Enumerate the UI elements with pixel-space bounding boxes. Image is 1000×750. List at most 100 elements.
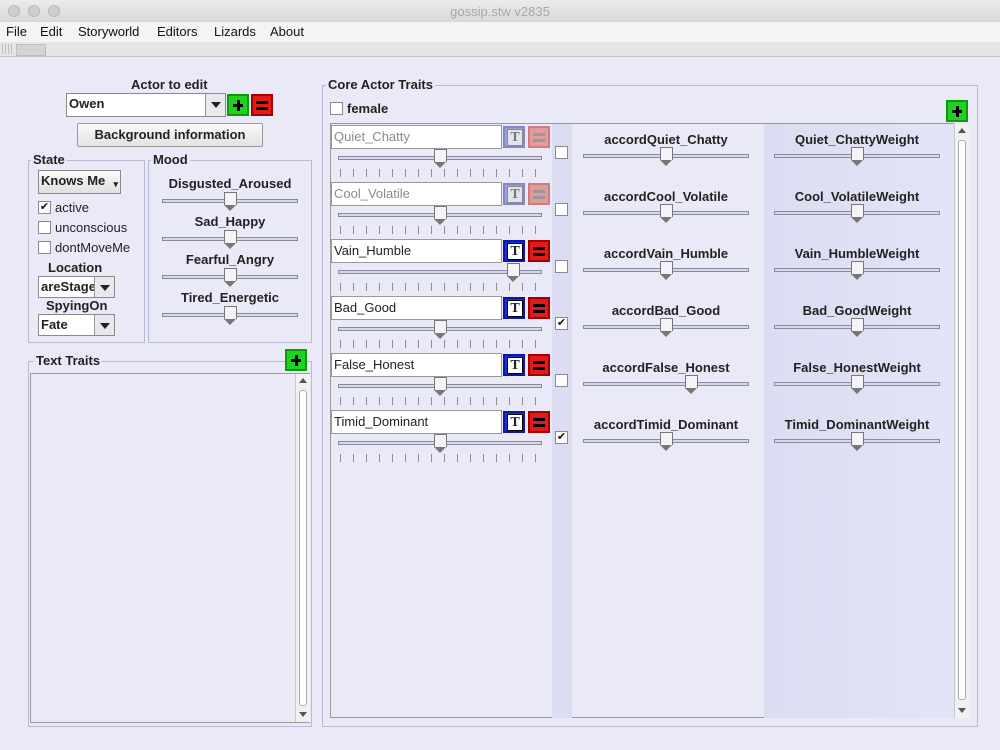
accord-slider[interactable] — [583, 432, 749, 451]
weight-slider[interactable] — [774, 261, 940, 280]
spyingon-select[interactable]: Fate — [38, 314, 115, 336]
trait-name-field[interactable]: Vain_Humble — [331, 239, 502, 263]
trait-delete-button[interactable] — [528, 411, 550, 433]
trait-slider[interactable] — [338, 206, 542, 225]
trait-delete-button[interactable] — [528, 297, 550, 319]
trait-delete-button[interactable] — [528, 126, 550, 148]
accord-slider[interactable] — [583, 318, 749, 337]
slider-thumb[interactable] — [224, 230, 237, 249]
slider-thumb[interactable] — [434, 434, 447, 453]
slider-thumb[interactable] — [660, 318, 673, 337]
accord-slider[interactable] — [583, 375, 749, 394]
trait-name-field[interactable]: False_Honest — [331, 353, 502, 377]
mood-slider[interactable] — [162, 268, 298, 287]
scroll-thumb[interactable] — [958, 140, 966, 700]
weight-slider[interactable] — [774, 375, 940, 394]
weight-slider[interactable] — [774, 147, 940, 166]
weight-slider[interactable] — [774, 432, 940, 451]
trait-text-button[interactable]: T — [503, 183, 525, 205]
trait-text-button[interactable]: T — [503, 354, 525, 376]
slider-thumb[interactable] — [224, 268, 237, 287]
slider-thumb[interactable] — [660, 147, 673, 166]
slider-thumb[interactable] — [851, 204, 864, 223]
mood-slider[interactable] — [162, 306, 298, 325]
trait-checkbox[interactable] — [555, 203, 568, 216]
trait-slider[interactable] — [338, 149, 542, 168]
weight-slider[interactable] — [774, 318, 940, 337]
slider-thumb[interactable] — [851, 147, 864, 166]
trait-slider[interactable] — [338, 434, 542, 453]
add-text-trait-button[interactable] — [285, 349, 307, 371]
trait-name-field[interactable]: Bad_Good — [331, 296, 502, 320]
trait-text-button[interactable]: T — [503, 411, 525, 433]
unconscious-checkbox[interactable] — [38, 221, 51, 234]
scroll-thumb[interactable] — [299, 390, 307, 706]
slider-thumb[interactable] — [660, 261, 673, 280]
trait-delete-button[interactable] — [528, 354, 550, 376]
trait-slider[interactable] — [338, 377, 542, 396]
trait-delete-button[interactable] — [528, 183, 550, 205]
slider-thumb[interactable] — [434, 377, 447, 396]
dontmoveme-checkbox[interactable] — [38, 241, 51, 254]
toolbar-grip[interactable] — [2, 44, 14, 54]
scroll-up-icon[interactable] — [955, 124, 969, 138]
menu-editors[interactable]: Editors — [157, 24, 197, 39]
slider-thumb[interactable] — [851, 375, 864, 394]
scroll-down-icon[interactable] — [296, 708, 310, 722]
trait-delete-button[interactable] — [528, 240, 550, 262]
scroll-up-icon[interactable] — [296, 374, 310, 388]
text-traits-scrollbar[interactable] — [295, 374, 310, 722]
slider-thumb[interactable] — [851, 261, 864, 280]
add-actor-button[interactable] — [227, 94, 249, 116]
trait-name-field[interactable]: Cool_Volatile — [331, 182, 502, 206]
delete-actor-button[interactable] — [251, 94, 273, 116]
mood-slider[interactable] — [162, 230, 298, 249]
mood-slider[interactable] — [162, 192, 298, 211]
active-checkbox[interactable]: ✔ — [38, 201, 51, 214]
trait-checkbox[interactable] — [555, 146, 568, 159]
slider-thumb[interactable] — [851, 432, 864, 451]
trait-checkbox[interactable] — [555, 260, 568, 273]
menu-storyworld[interactable]: Storyworld — [78, 24, 139, 39]
trait-name-field[interactable]: Timid_Dominant — [331, 410, 502, 434]
trait-checkbox[interactable] — [555, 374, 568, 387]
trait-checkbox[interactable]: ✔ — [555, 317, 568, 330]
trait-slider[interactable] — [338, 263, 542, 282]
accord-slider[interactable] — [583, 147, 749, 166]
accord-slider[interactable] — [583, 261, 749, 280]
background-information-button[interactable]: Background information — [77, 123, 263, 147]
text-traits-list[interactable] — [30, 373, 310, 723]
menu-edit[interactable]: Edit — [40, 24, 62, 39]
scroll-down-icon[interactable] — [955, 704, 969, 718]
actor-select[interactable]: Owen — [66, 93, 226, 117]
accord-label: accordFalse_Honest — [602, 360, 730, 375]
menu-about[interactable]: About — [270, 24, 304, 39]
menu-lizards[interactable]: Lizards — [214, 24, 256, 39]
trait-text-button[interactable]: T — [503, 240, 525, 262]
slider-thumb[interactable] — [684, 375, 698, 394]
unconscious-label: unconscious — [55, 220, 128, 235]
slider-thumb[interactable] — [434, 320, 447, 339]
slider-thumb[interactable] — [660, 204, 673, 223]
slider-thumb[interactable] — [434, 149, 447, 168]
trait-slider[interactable] — [338, 320, 542, 339]
slider-thumb[interactable] — [851, 318, 864, 337]
menu-file[interactable]: File — [6, 24, 27, 39]
slider-thumb[interactable] — [660, 432, 673, 451]
trait-checkbox[interactable]: ✔ — [555, 431, 568, 444]
slider-thumb[interactable] — [434, 206, 447, 225]
accord-slider[interactable] — [583, 204, 749, 223]
trait-text-button[interactable]: T — [503, 297, 525, 319]
weight-slider[interactable] — [774, 204, 940, 223]
mood-title: Mood — [151, 152, 190, 167]
location-select[interactable]: areStage — [38, 276, 115, 298]
trait-text-button[interactable]: T — [503, 126, 525, 148]
slider-thumb[interactable] — [224, 192, 237, 211]
slider-thumb[interactable] — [506, 263, 520, 282]
add-core-trait-button[interactable] — [946, 100, 968, 122]
trait-name-field[interactable]: Quiet_Chatty — [331, 125, 502, 149]
slider-thumb[interactable] — [224, 306, 237, 325]
state-dropdown[interactable]: Knows Me ▾ — [38, 170, 121, 194]
female-checkbox[interactable] — [330, 102, 343, 115]
core-traits-scrollbar[interactable] — [954, 124, 969, 718]
